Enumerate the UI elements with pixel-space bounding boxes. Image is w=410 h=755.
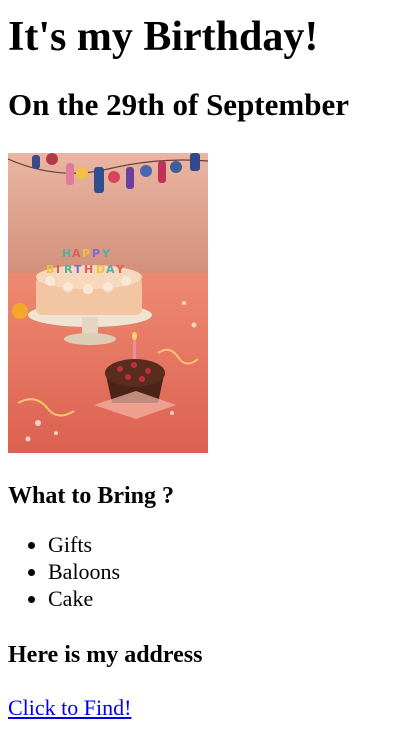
svg-text:H: H [84, 263, 93, 276]
svg-text:P: P [92, 247, 100, 260]
find-address-link[interactable]: Click to Find! [8, 694, 131, 722]
list-item: Gifts [48, 531, 402, 558]
bring-list: Gifts Baloons Cake [8, 531, 402, 612]
address-heading: Here is my address [8, 642, 203, 668]
svg-text:Y: Y [101, 247, 111, 260]
svg-text:P: P [82, 247, 90, 260]
page-title: It's my Birthday! [8, 14, 319, 60]
party-date: On the 29th of September [8, 87, 349, 122]
list-item: Cake [48, 585, 402, 612]
page-content: It's my Birthday! On the 29th of Septemb… [0, 12, 410, 722]
birthday-cake-photo: H A P P Y B I R T H D A Y [8, 153, 208, 453]
svg-text:T: T [74, 263, 82, 276]
svg-text:I: I [56, 263, 60, 276]
list-item: Baloons [48, 558, 402, 585]
svg-text:H: H [62, 247, 71, 260]
svg-text:A: A [106, 263, 115, 276]
svg-text:R: R [64, 263, 73, 276]
svg-text:B: B [46, 263, 54, 276]
bring-heading: What to Bring ? [8, 483, 175, 509]
svg-text:Y: Y [115, 263, 125, 276]
svg-text:D: D [96, 263, 105, 276]
svg-text:A: A [72, 247, 81, 260]
